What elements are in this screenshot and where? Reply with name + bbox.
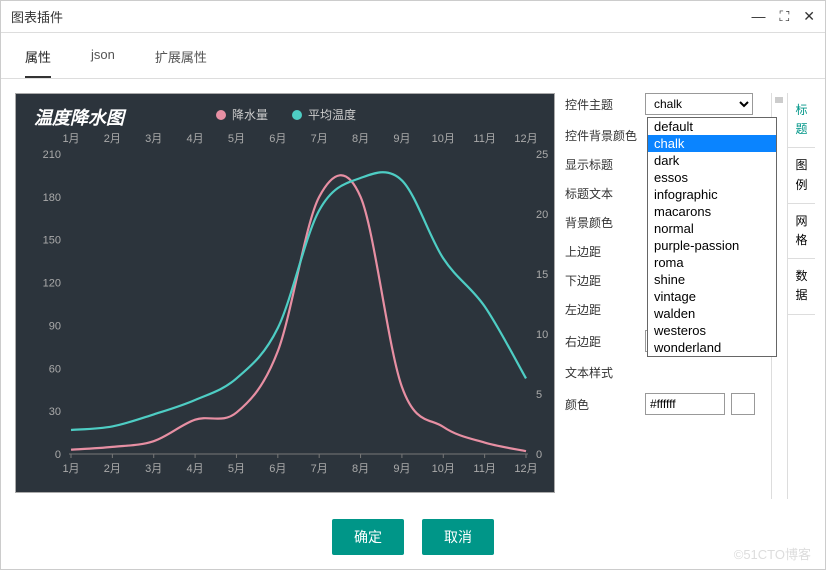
dropdown-item[interactable]: default: [648, 118, 776, 135]
properties-panel: 控件主题 chalk 控件背景颜色 显示标题 标题文本 背景颜色: [565, 93, 815, 499]
dropdown-item[interactable]: roma: [648, 254, 776, 271]
svg-text:5月: 5月: [228, 133, 245, 145]
svg-text:4月: 4月: [187, 133, 204, 145]
svg-text:11月: 11月: [473, 133, 495, 145]
svg-text:6月: 6月: [269, 463, 286, 475]
side-tab-title[interactable]: 标题: [788, 93, 815, 148]
color-swatch[interactable]: [731, 393, 755, 415]
dropdown-item[interactable]: chalk: [648, 135, 776, 152]
svg-text:11月: 11月: [473, 463, 495, 475]
tab-properties[interactable]: 属性: [25, 47, 51, 78]
svg-text:180: 180: [43, 192, 61, 204]
chart-series-line: [71, 175, 526, 451]
svg-text:3月: 3月: [145, 133, 162, 145]
svg-text:0: 0: [55, 449, 61, 461]
theme-select[interactable]: chalk: [645, 93, 753, 115]
dropdown-item[interactable]: vintage: [648, 288, 776, 305]
prop-label-right: 右边距: [565, 333, 645, 350]
svg-text:150: 150: [43, 235, 61, 247]
window-title: 图表插件: [11, 7, 751, 26]
svg-text:7月: 7月: [311, 133, 328, 145]
svg-text:4月: 4月: [187, 463, 204, 475]
svg-text:5月: 5月: [228, 463, 245, 475]
side-tab-legend[interactable]: 图例: [788, 148, 815, 203]
svg-text:12月: 12月: [514, 463, 537, 475]
prop-label-bg: 背景颜色: [565, 214, 645, 231]
svg-text:7月: 7月: [311, 463, 328, 475]
dropdown-item[interactable]: infographic: [648, 186, 776, 203]
window-controls: — ⛶ ✕: [751, 8, 815, 25]
svg-text:9月: 9月: [393, 463, 410, 475]
dialog-window: 图表插件 — ⛶ ✕ 属性 json 扩展属性 温度降水图 降水量 平均温度: [0, 0, 826, 570]
svg-text:15: 15: [536, 269, 548, 281]
svg-text:1月: 1月: [62, 463, 79, 475]
dropdown-item[interactable]: walden: [648, 305, 776, 322]
dropdown-item[interactable]: essos: [648, 169, 776, 186]
theme-dropdown-list: defaultchalkdarkessosinfographicmacarons…: [647, 117, 777, 357]
prop-label-left: 左边距: [565, 301, 645, 318]
tab-json[interactable]: json: [91, 47, 115, 78]
dropdown-item[interactable]: dark: [648, 152, 776, 169]
color-input[interactable]: [645, 393, 725, 415]
svg-text:210: 210: [43, 149, 61, 161]
svg-text:9月: 9月: [393, 133, 410, 145]
svg-text:3月: 3月: [145, 463, 162, 475]
svg-text:120: 120: [43, 278, 61, 290]
prop-label-text-style: 文本样式: [565, 364, 645, 381]
tab-extended[interactable]: 扩展属性: [155, 47, 207, 78]
svg-text:12月: 12月: [514, 133, 537, 145]
prop-label-theme: 控件主题: [565, 96, 645, 113]
svg-text:2月: 2月: [104, 133, 121, 145]
close-icon[interactable]: ✕: [803, 8, 815, 25]
svg-text:25: 25: [536, 149, 548, 161]
svg-text:6月: 6月: [269, 133, 286, 145]
maximize-icon[interactable]: ⛶: [779, 8, 789, 25]
cancel-button[interactable]: 取消: [422, 519, 494, 555]
chart-series-line: [71, 172, 526, 430]
prop-label-bottom: 下边距: [565, 272, 645, 289]
side-tab-data[interactable]: 数据: [788, 259, 815, 314]
svg-text:10月: 10月: [432, 133, 455, 145]
dropdown-item[interactable]: normal: [648, 220, 776, 237]
prop-label-bg-control: 控件背景颜色: [565, 127, 645, 144]
titlebar: 图表插件 — ⛶ ✕: [1, 1, 825, 33]
prop-label-title-text: 标题文本: [565, 185, 645, 202]
footer: 确定 取消 ©51CTO博客: [1, 507, 825, 569]
prop-label-top: 上边距: [565, 243, 645, 260]
dropdown-item[interactable]: wonderland: [648, 339, 776, 356]
svg-text:30: 30: [49, 406, 61, 418]
prop-label-show-title: 显示标题: [565, 156, 645, 173]
svg-text:60: 60: [49, 363, 61, 375]
dropdown-item[interactable]: westeros: [648, 322, 776, 339]
properties-form: 控件主题 chalk 控件背景颜色 显示标题 标题文本 背景颜色: [565, 93, 771, 499]
svg-text:10: 10: [536, 329, 548, 341]
minimize-icon[interactable]: —: [751, 8, 765, 25]
top-tabs: 属性 json 扩展属性: [1, 33, 825, 79]
svg-text:0: 0: [536, 449, 542, 461]
svg-text:20: 20: [536, 209, 548, 221]
side-tab-grid[interactable]: 网格: [788, 204, 815, 259]
ok-button[interactable]: 确定: [332, 519, 404, 555]
prop-label-color: 颜色: [565, 396, 645, 413]
chart-svg: 1月 2月 3月 4月 5月 6月 7月 8月 9月 10月 11月 12月 1月 2月 3月 4月 5月 6月 7…: [16, 94, 556, 494]
svg-text:5: 5: [536, 389, 542, 401]
svg-text:8月: 8月: [352, 463, 369, 475]
dropdown-item[interactable]: macarons: [648, 203, 776, 220]
svg-text:1月: 1月: [62, 133, 79, 145]
svg-text:8月: 8月: [352, 133, 369, 145]
dropdown-item[interactable]: shine: [648, 271, 776, 288]
content-area: 温度降水图 降水量 平均温度 1月2月3月4月5月6月7月8月9月10月11月1…: [1, 79, 825, 507]
svg-text:2月: 2月: [104, 463, 121, 475]
watermark: ©51CTO博客: [734, 544, 811, 563]
side-tabs: 标题 图例 网格 数据: [787, 93, 815, 499]
chart-preview: 温度降水图 降水量 平均温度 1月2月3月4月5月6月7月8月9月10月11月1…: [15, 93, 555, 493]
svg-text:90: 90: [49, 320, 61, 332]
dropdown-item[interactable]: purple-passion: [648, 237, 776, 254]
svg-text:10月: 10月: [432, 463, 455, 475]
